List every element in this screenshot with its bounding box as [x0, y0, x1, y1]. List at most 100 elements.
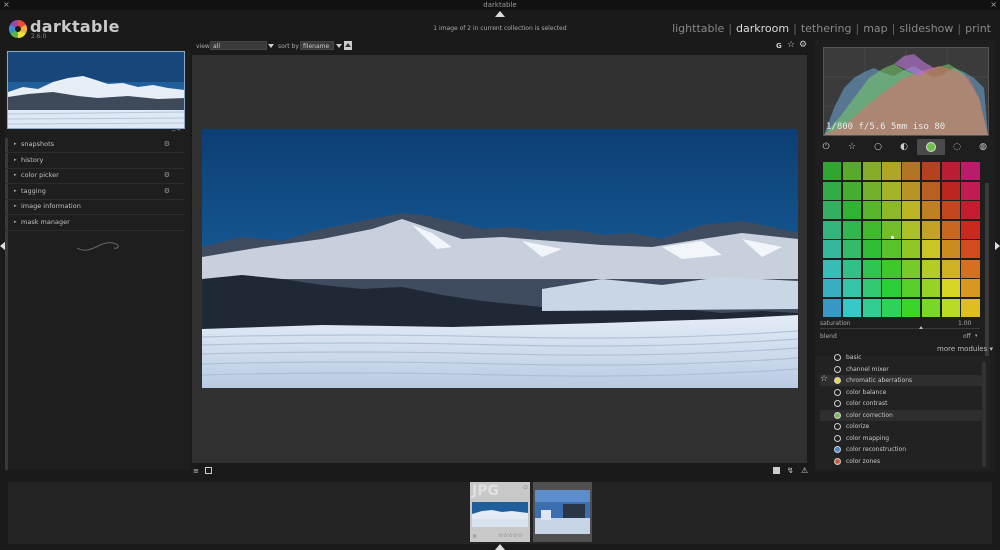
overlay-star-icon[interactable]: ☆ — [787, 40, 795, 50]
thumb-star-rating[interactable]: ☆☆☆☆☆ — [498, 532, 523, 539]
saturation-label: saturation — [820, 320, 851, 327]
gamut-check-icon[interactable]: ↯ — [787, 466, 794, 475]
warning-icon[interactable]: ⚠ — [801, 466, 808, 475]
view-tethering[interactable]: tethering — [801, 22, 852, 35]
module-header-history[interactable]: ▸ history — [5, 153, 185, 169]
top-panel-toggle-icon[interactable] — [495, 11, 505, 17]
styles-icon[interactable] — [205, 467, 212, 474]
module-list-item-color-contrast[interactable]: color contrast — [820, 398, 983, 409]
module-list-item-colorize[interactable]: colorize — [820, 421, 983, 432]
expand-arrow-icon[interactable]: ▸ — [14, 199, 17, 214]
active-modules-power-icon[interactable]: ⏻ — [812, 139, 840, 155]
expand-arrow-icon[interactable]: ▸ — [14, 168, 17, 183]
correct-group-shape-icon[interactable]: ◌ — [943, 139, 971, 155]
grouping-icon[interactable]: G — [776, 42, 782, 50]
module-header-mask-manager[interactable]: ▸ mask manager — [5, 215, 185, 231]
module-header-tagging[interactable]: ▸ tagging ⚙ — [5, 184, 185, 200]
expand-arrow-icon[interactable]: ▸ — [14, 215, 17, 230]
preferences-gear-icon[interactable]: ⚙ — [799, 40, 807, 50]
grid-cell — [940, 239, 961, 259]
module-header-image-information[interactable]: ▸ image information — [5, 199, 185, 216]
grid-cell — [841, 278, 862, 298]
grid-cell — [940, 161, 961, 181]
view-map[interactable]: map — [863, 22, 887, 35]
favorite-modules-star-icon[interactable]: ☆ — [838, 139, 866, 155]
saturation-slider-handle[interactable] — [919, 326, 923, 329]
module-header-snapshots[interactable]: ▸ snapshots ⚙ — [5, 137, 185, 153]
expand-arrow-icon[interactable]: ▸ — [14, 153, 17, 168]
view-print[interactable]: print — [965, 22, 991, 35]
grid-cell — [940, 180, 961, 201]
effect-group-icon[interactable]: ◍ — [969, 139, 997, 155]
grid-cell — [960, 200, 981, 220]
module-header-color-picker[interactable]: ▸ color picker ⚙ — [5, 168, 185, 185]
module-list-item-basic[interactable]: basic — [820, 352, 983, 363]
sort-combo[interactable]: filename — [300, 41, 334, 50]
view-darkroom[interactable]: darkroom — [736, 22, 789, 35]
module-label: mask manager — [21, 218, 70, 226]
zoom-handle-icon[interactable]: ⌐¬ — [172, 128, 180, 134]
thumb-group-icon[interactable]: ⊙ — [523, 484, 528, 491]
module-list-label: channel mixer — [846, 365, 889, 373]
module-icon — [834, 377, 841, 384]
sort-order-button[interactable] — [344, 41, 352, 50]
basic-group-circle-icon[interactable]: ○ — [864, 139, 892, 155]
thumb-format-label: JPG — [472, 483, 499, 499]
view-slideshow[interactable]: slideshow — [899, 22, 953, 35]
color-correction-grid[interactable] — [822, 161, 981, 318]
grid-cell — [940, 297, 961, 318]
softproof-icon[interactable] — [773, 467, 780, 474]
color-group-icon[interactable] — [917, 139, 945, 155]
thumb2-image — [535, 490, 590, 534]
module-icon — [834, 446, 841, 453]
view-dropdown-icon[interactable] — [268, 44, 274, 48]
blend-dropdown-icon[interactable]: ▾ — [975, 333, 978, 339]
module-list-item-color-balance[interactable]: color balance — [820, 387, 983, 398]
view-lighttable[interactable]: lighttable — [672, 22, 724, 35]
module-list-item-color-zones[interactable]: color zones — [820, 456, 983, 467]
grid-cell — [822, 200, 843, 220]
grid-cell — [881, 278, 902, 298]
presets-gear-icon[interactable]: ⚙ — [164, 137, 170, 152]
favorite-star-icon[interactable]: ☆ — [820, 374, 828, 385]
grid-cell — [881, 239, 902, 259]
presets-gear-icon[interactable]: ⚙ — [164, 168, 170, 183]
blend-value[interactable]: off — [963, 333, 971, 340]
grid-cell — [940, 258, 961, 279]
window-close-icon-right[interactable]: × — [990, 0, 997, 10]
grid-cell — [901, 200, 922, 220]
module-list-item-color-correction[interactable]: color correction — [820, 409, 983, 421]
grid-cell — [881, 180, 902, 201]
thumb-reject-icon[interactable]: × — [472, 533, 477, 540]
filmstrip-thumb-selected[interactable]: JPG ⊙ × ☆☆☆☆☆ — [470, 482, 530, 542]
module-list-item-chromatic-aberrations[interactable]: ☆ chromatic aberrations — [820, 374, 983, 386]
module-label: tagging — [21, 186, 46, 195]
expand-arrow-icon[interactable]: ▸ — [14, 137, 17, 152]
main-image[interactable] — [202, 129, 798, 388]
sort-dropdown-icon[interactable] — [336, 44, 342, 48]
color-correction-handle[interactable] — [891, 236, 894, 239]
filmstrip-thumb[interactable] — [533, 482, 592, 542]
module-list-label: colorize — [846, 423, 870, 430]
module-label: image information — [21, 202, 81, 211]
quick-access-presets-icon[interactable]: ≡ — [193, 467, 199, 475]
grid-cell — [940, 278, 961, 298]
filmstrip-toggle-icon[interactable] — [495, 544, 505, 550]
module-list-item-color-mapping[interactable]: color mapping — [820, 433, 983, 444]
grid-cell — [861, 180, 882, 201]
tone-group-half-circle-icon[interactable]: ◐ — [890, 139, 918, 155]
view-switcher: lighttable | darkroom | tethering | map | slides… — [671, 22, 992, 35]
view-label: view — [196, 43, 210, 50]
saturation-slider[interactable] — [820, 328, 980, 329]
module-list-label: color reconstruction — [846, 446, 907, 453]
presets-gear-icon[interactable]: ⚙ — [164, 184, 170, 199]
grid-cell — [841, 180, 862, 201]
expand-arrow-icon[interactable]: ▸ — [14, 184, 17, 199]
module-label: history — [21, 155, 44, 164]
module-icon — [834, 423, 841, 430]
module-list-item-color-reconstruction[interactable]: color reconstruction — [820, 444, 983, 455]
view-combo[interactable]: all — [210, 41, 267, 50]
grid-cell — [960, 239, 981, 259]
module-list-item-channel-mixer[interactable]: channel mixer — [820, 364, 983, 375]
module-list-label: color correction — [846, 411, 893, 419]
